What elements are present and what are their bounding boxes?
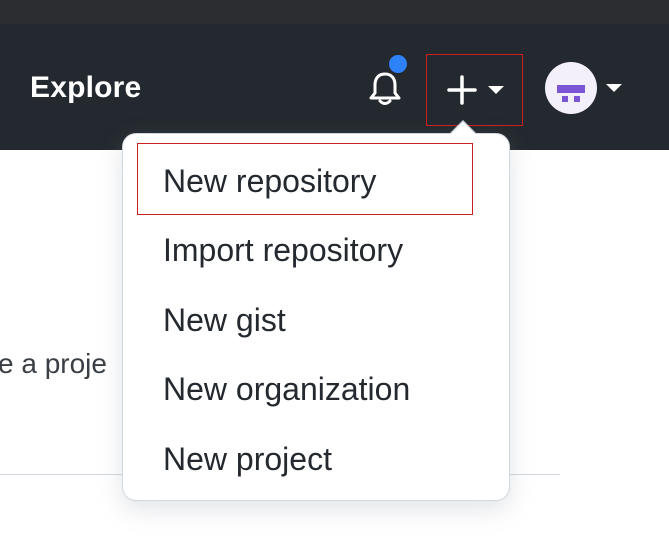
menu-pointer-fill — [450, 122, 476, 135]
caret-down-icon — [487, 86, 504, 94]
create-new-button[interactable] — [426, 54, 523, 126]
window-top-strip — [0, 0, 669, 25]
page-body-text: e a proje — [0, 348, 107, 379]
menu-item-new-repository[interactable]: New repository — [163, 156, 376, 206]
create-dropdown-menu: New repository Import repository New gis… — [122, 133, 510, 501]
menu-item-new-project[interactable]: New project — [163, 434, 332, 484]
plus-icon — [446, 75, 477, 105]
user-menu-button[interactable] — [545, 60, 635, 116]
menu-item-new-organization[interactable]: New organization — [163, 364, 410, 414]
caret-down-icon — [606, 84, 622, 92]
notification-indicator-dot — [386, 52, 410, 76]
explore-link[interactable]: Explore — [30, 71, 141, 105]
avatar — [545, 62, 597, 114]
menu-item-new-gist[interactable]: New gist — [163, 295, 286, 345]
menu-item-import-repository[interactable]: Import repository — [163, 225, 403, 275]
